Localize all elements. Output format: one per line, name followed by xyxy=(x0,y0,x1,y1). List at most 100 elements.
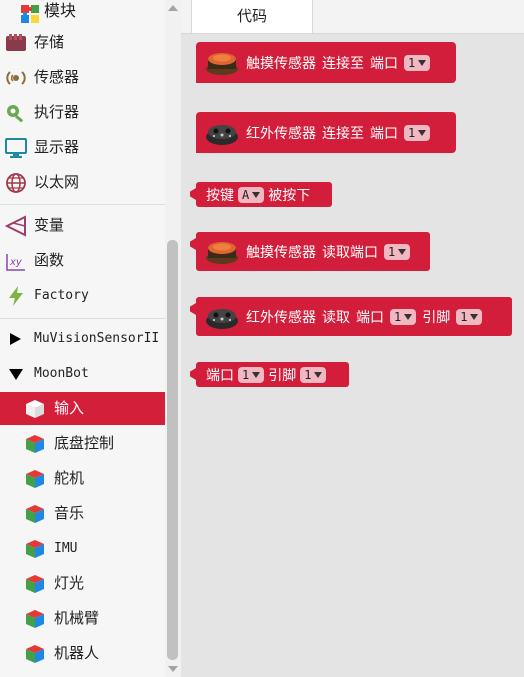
block-touch-sensor-read[interactable]: 触摸传感器 读取端口 1 xyxy=(190,232,430,271)
ir-sensor-icon xyxy=(206,124,238,145)
sidebar-subitem-music[interactable]: 音乐 xyxy=(0,496,165,531)
sidebar-item-display[interactable]: 显示器 xyxy=(0,130,165,165)
sidebar-subitem-imu[interactable]: IMU xyxy=(0,531,165,566)
sidebar-item-ethernet[interactable]: 以太网 xyxy=(0,165,165,200)
scrollbar-thumb[interactable] xyxy=(167,240,178,660)
block-text: 端口 xyxy=(206,367,234,384)
tab-code[interactable]: 代码 xyxy=(191,0,313,33)
sidebar-item-sensor[interactable]: 传感器 xyxy=(0,60,165,95)
cube-icon xyxy=(24,468,46,490)
sidebar-subitem-robot[interactable]: 机器人 xyxy=(0,636,165,671)
sidebar-subitem-chassis[interactable]: 底盘控制 xyxy=(0,426,165,461)
sidebar: 模块 存储 传感器 执行器 显示器 以太网 变量 xy 函数 Factory M… xyxy=(0,0,165,677)
cube-icon xyxy=(24,538,46,560)
modules-header[interactable]: 模块 xyxy=(0,0,165,24)
sidebar-subitem-label: 音乐 xyxy=(54,504,85,522)
sidebar-subitem-input[interactable]: 输入 xyxy=(0,392,165,425)
pin-dropdown-value: 1 xyxy=(304,367,312,382)
port-dropdown[interactable]: 1 xyxy=(404,124,431,141)
ethernet-icon xyxy=(5,172,27,194)
chevron-down-icon xyxy=(470,313,479,320)
sidebar-subitem-label: 舵机 xyxy=(54,469,85,487)
triangle-right-icon xyxy=(5,328,27,350)
block-text: 红外传感器 xyxy=(246,309,316,326)
touch-sensor-icon xyxy=(206,241,238,264)
sidebar-item-label: 以太网 xyxy=(34,173,80,191)
port-dropdown[interactable]: 1 xyxy=(384,243,411,260)
sidebar-item-storage[interactable]: 存储 xyxy=(0,25,165,60)
cube-icon xyxy=(24,608,46,630)
block-text: 按键 xyxy=(206,187,234,204)
block-text: 端口 xyxy=(370,125,398,142)
sidebar-item-factory[interactable]: Factory xyxy=(0,278,165,313)
chevron-down-icon xyxy=(398,248,407,255)
block-connector xyxy=(190,238,196,250)
sidebar-item-label: 显示器 xyxy=(34,138,80,156)
block-touch-sensor-connect[interactable]: 触摸传感器 连接至 端口 1 xyxy=(196,42,456,83)
block-connector xyxy=(190,188,196,200)
sidebar-divider xyxy=(0,204,165,205)
sidebar-subitem-lights[interactable]: 灯光 xyxy=(0,566,165,601)
pin-dropdown[interactable]: 1 xyxy=(456,308,483,325)
block-text: 引脚 xyxy=(268,367,297,384)
block-text: 端口 xyxy=(370,55,398,72)
sidebar-item-label: Factory xyxy=(34,288,89,303)
port-dropdown-value: 1 xyxy=(408,55,416,70)
block-text: 红外传感器 xyxy=(246,125,316,142)
sidebar-item-label: MuVisionSensorII xyxy=(34,331,160,346)
block-text: 读取 xyxy=(322,309,350,326)
chevron-down-icon xyxy=(404,313,413,320)
sidebar-scrollbar[interactable] xyxy=(165,0,181,677)
cube-icon xyxy=(24,503,46,525)
sidebar-subitem-servo[interactable]: 舵机 xyxy=(0,461,165,496)
sidebar-item-variables[interactable]: 变量 xyxy=(0,208,165,243)
cube-icon xyxy=(24,433,46,455)
sidebar-subitem-label: 输入 xyxy=(54,399,85,417)
key-dropdown-value: A xyxy=(242,187,250,202)
port-dropdown[interactable]: 1 xyxy=(404,54,431,71)
block-ir-sensor-read[interactable]: 红外传感器 读取 端口 1 引脚 1 xyxy=(190,297,512,336)
lightning-icon xyxy=(5,285,27,307)
scroll-up-icon[interactable] xyxy=(168,5,178,11)
chevron-down-icon xyxy=(418,129,427,136)
sidebar-item-label: 执行器 xyxy=(34,103,80,121)
modules-label: 模块 xyxy=(44,1,77,20)
function-icon: xy xyxy=(5,250,27,272)
chevron-down-icon xyxy=(314,371,323,378)
block-workspace[interactable]: 触摸传感器 连接至 端口 1 红外传感器 连接至 端口 1 按键 A 被按下 触… xyxy=(181,34,524,677)
block-text: 被按下 xyxy=(268,187,311,204)
sidebar-item-functions[interactable]: xy 函数 xyxy=(0,243,165,278)
sidebar-item-moonbot[interactable]: MoonBot xyxy=(0,356,165,391)
sidebar-divider xyxy=(0,318,165,319)
block-text: 连接至 xyxy=(322,125,364,142)
sidebar-item-actuator[interactable]: 执行器 xyxy=(0,95,165,130)
scroll-down-icon[interactable] xyxy=(168,666,178,672)
block-port-pin[interactable]: 端口 1 引脚 1 xyxy=(190,362,349,387)
port-dropdown[interactable]: 1 xyxy=(390,308,417,325)
block-button-pressed[interactable]: 按键 A 被按下 xyxy=(190,182,332,207)
block-text: 触摸传感器 xyxy=(246,244,316,261)
sidebar-item-label: 变量 xyxy=(34,216,65,234)
sidebar-item-label: MoonBot xyxy=(34,366,89,381)
block-ir-sensor-connect[interactable]: 红外传感器 连接至 端口 1 xyxy=(196,112,456,153)
tab-bar: 代码 xyxy=(181,0,524,34)
port-dropdown-value: 1 xyxy=(394,309,402,324)
sidebar-subitem-arm[interactable]: 机械臂 xyxy=(0,601,165,636)
variable-icon xyxy=(4,215,27,237)
sidebar-item-label: 函数 xyxy=(34,251,65,269)
port-dropdown[interactable]: 1 xyxy=(238,366,265,383)
block-connector xyxy=(190,368,196,380)
port-dropdown-value: 1 xyxy=(408,125,416,140)
sidebar-item-label: 传感器 xyxy=(34,68,80,86)
pin-dropdown[interactable]: 1 xyxy=(300,366,327,383)
sensor-icon xyxy=(5,67,27,89)
sidebar-subitem-label: 机器人 xyxy=(54,644,100,662)
key-dropdown[interactable]: A xyxy=(238,186,265,203)
touch-sensor-icon xyxy=(206,52,238,75)
ir-sensor-icon xyxy=(206,308,238,329)
block-text: 连接至 xyxy=(322,55,364,72)
sidebar-subitem-label: 灯光 xyxy=(54,574,85,592)
cube-icon xyxy=(24,643,46,665)
block-text: 触摸传感器 xyxy=(246,55,316,72)
sidebar-item-muvisionsensor[interactable]: MuVisionSensorII xyxy=(0,321,165,356)
